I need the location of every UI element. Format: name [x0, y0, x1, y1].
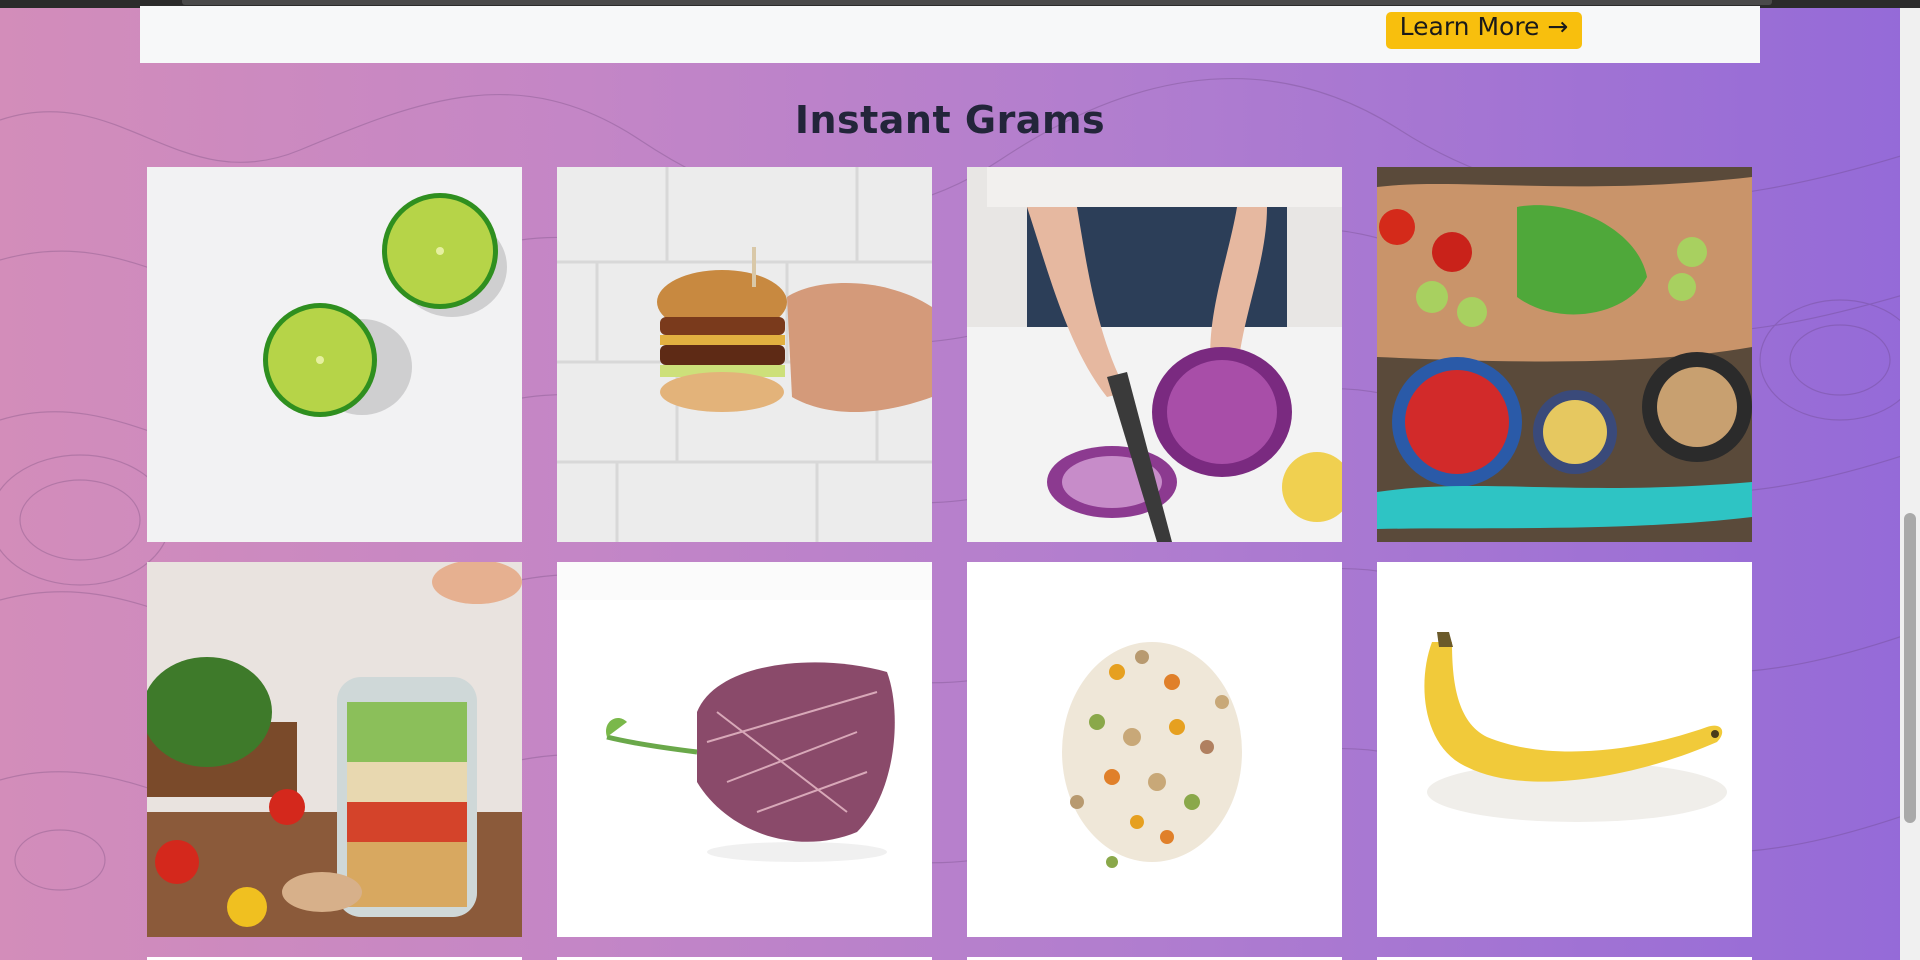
gallery-image-cabbage[interactable] [967, 167, 1342, 542]
jar-salad-image [147, 562, 522, 937]
burger-image [557, 167, 932, 542]
gallery-image-banana[interactable] [1377, 562, 1752, 937]
page-scrollbar[interactable] [1900, 8, 1920, 960]
vegetables-board-image [1377, 167, 1752, 542]
gallery-image-vegetables[interactable] [1377, 167, 1752, 542]
gallery-title: Instant Grams [794, 98, 1106, 142]
gallery-image-jar-salad[interactable] [147, 562, 522, 937]
purple-leaf-image [557, 562, 932, 937]
cabbage-image [967, 167, 1342, 542]
gallery-image-lime[interactable] [147, 167, 522, 542]
learn-more-button[interactable]: Learn More → [1386, 12, 1582, 49]
banner-card: Learn More → [140, 6, 1760, 63]
gallery-image-legumes[interactable] [967, 562, 1342, 937]
browser-frame-edge [182, 0, 1772, 5]
gallery-image-purple-leaf[interactable] [557, 562, 932, 937]
lime-image [147, 167, 522, 542]
gallery-image-burger[interactable] [557, 167, 932, 542]
scrollbar-thumb[interactable] [1904, 513, 1916, 823]
legumes-image [967, 562, 1342, 937]
banana-image [1377, 562, 1752, 937]
